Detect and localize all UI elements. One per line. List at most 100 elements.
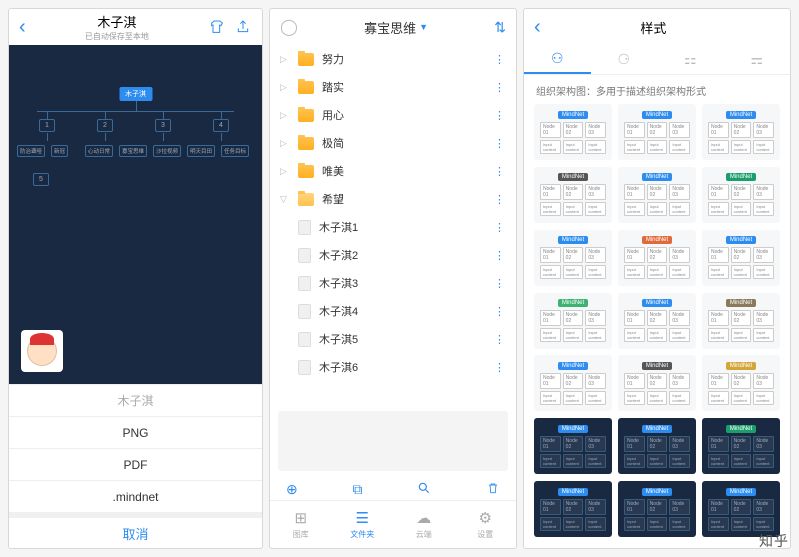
thumb-sub: Input content: [540, 328, 561, 342]
more-icon[interactable]: ⋮: [494, 221, 506, 234]
style-thumb[interactable]: MindNet Node 01Node 02Node 03 Input cont…: [702, 418, 780, 474]
new-doc-icon[interactable]: ⧉: [352, 481, 362, 498]
thumb-sub: Input content: [647, 517, 668, 531]
back-icon[interactable]: ‹: [534, 16, 541, 39]
thumb-node: Node 02: [731, 310, 752, 326]
tab-logic[interactable]: ⚎: [724, 45, 791, 74]
style-thumb[interactable]: MindNet Node 01Node 02Node 03 Input cont…: [702, 355, 780, 411]
folder-row[interactable]: ▷ 极简 ⋮: [270, 129, 516, 157]
file-row[interactable]: 木子淇4 ⋮: [270, 297, 516, 325]
thumb-root: MindNet: [726, 488, 756, 496]
thumb-node: Node 01: [624, 499, 645, 515]
folder-row[interactable]: ▷ 唯美 ⋮: [270, 157, 516, 185]
style-thumb[interactable]: MindNet Node 01Node 02Node 03 Input cont…: [702, 104, 780, 160]
file-label: 木子淇5: [319, 331, 486, 347]
thumb-node: Node 01: [708, 184, 729, 200]
export-png[interactable]: PNG: [9, 416, 262, 448]
more-icon[interactable]: ⋮: [494, 333, 506, 346]
sort-icon[interactable]: ⇅: [494, 19, 506, 36]
thumb-node: Node 01: [540, 499, 561, 515]
more-icon[interactable]: ⋮: [494, 53, 506, 66]
help-icon[interactable]: ◯: [280, 17, 298, 37]
tab-3[interactable]: ⚙ 设置: [455, 501, 517, 548]
folder-row[interactable]: ▷ 踏实 ⋮: [270, 73, 516, 101]
more-icon[interactable]: ⋮: [494, 81, 506, 94]
thumb-node: Node 02: [647, 184, 668, 200]
back-icon[interactable]: ‹: [19, 16, 26, 39]
tab-icon: ☰: [356, 509, 369, 527]
more-icon[interactable]: ⋮: [494, 249, 506, 262]
style-thumb[interactable]: MindNet Node 01Node 02Node 03 Input cont…: [534, 293, 612, 349]
file-row[interactable]: 木子淇5 ⋮: [270, 325, 516, 353]
thumb-sub: Input content: [585, 140, 606, 154]
file-label: 木子淇3: [319, 275, 486, 291]
pane2-title[interactable]: 寡宝思维▼: [298, 18, 494, 37]
style-thumb[interactable]: MindNet Node 01Node 02Node 03 Input cont…: [618, 230, 696, 286]
more-icon[interactable]: ⋮: [494, 361, 506, 374]
folder-row[interactable]: ▽ 希望 ⋮: [270, 185, 516, 213]
tab-orgchart[interactable]: ⚇: [524, 45, 591, 74]
folder-row[interactable]: ▷ 努力 ⋮: [270, 45, 516, 73]
more-icon[interactable]: ⋮: [494, 277, 506, 290]
style-thumb[interactable]: MindNet Node 01Node 02Node 03 Input cont…: [702, 230, 780, 286]
thumb-node: Node 02: [563, 499, 584, 515]
more-icon[interactable]: ⋮: [494, 305, 506, 318]
file-row[interactable]: 木子淇3 ⋮: [270, 269, 516, 297]
share-icon[interactable]: [234, 18, 252, 36]
more-icon[interactable]: ⋮: [494, 109, 506, 122]
trash-icon[interactable]: [486, 481, 500, 498]
thumb-root: MindNet: [642, 111, 672, 119]
style-thumb[interactable]: MindNet Node 01Node 02Node 03 Input cont…: [618, 355, 696, 411]
tab-1[interactable]: ☰ 文件夹: [332, 501, 394, 548]
file-row[interactable]: 木子淇2 ⋮: [270, 241, 516, 269]
more-icon[interactable]: ⋮: [494, 165, 506, 178]
level3-node: 新冠: [51, 145, 68, 157]
export-pdf[interactable]: PDF: [9, 448, 262, 480]
style-thumb[interactable]: MindNet Node 01Node 02Node 03 Input cont…: [618, 104, 696, 160]
file-row[interactable]: 木子淇6 ⋮: [270, 353, 516, 381]
style-thumb[interactable]: MindNet Node 01Node 02Node 03 Input cont…: [702, 481, 780, 537]
tab-fishbone[interactable]: ⚏: [657, 45, 724, 74]
style-thumb[interactable]: MindNet Node 01Node 02Node 03 Input cont…: [534, 355, 612, 411]
folder-row[interactable]: ▷ 用心 ⋮: [270, 101, 516, 129]
style-thumb[interactable]: MindNet Node 01Node 02Node 03 Input cont…: [618, 418, 696, 474]
thumb-node: Node 02: [731, 436, 752, 452]
tab-0[interactable]: ⊞ 图库: [270, 501, 332, 548]
thumb-sub: Input content: [731, 202, 752, 216]
style-thumb[interactable]: MindNet Node 01Node 02Node 03 Input cont…: [534, 481, 612, 537]
style-thumb[interactable]: MindNet Node 01Node 02Node 03 Input cont…: [702, 293, 780, 349]
thumb-node: Node 02: [731, 499, 752, 515]
thumb-node: Node 01: [624, 247, 645, 263]
more-icon[interactable]: ⋮: [494, 193, 506, 206]
style-thumb[interactable]: MindNet Node 01Node 02Node 03 Input cont…: [534, 167, 612, 223]
thumb-sub: Input content: [624, 140, 645, 154]
thumb-sub: Input content: [540, 517, 561, 531]
thumb-root: MindNet: [558, 299, 588, 307]
thumb-node: Node 01: [708, 247, 729, 263]
search-icon[interactable]: [417, 481, 431, 498]
shirt-icon[interactable]: [208, 18, 226, 36]
style-thumb[interactable]: MindNet Node 01Node 02Node 03 Input cont…: [534, 418, 612, 474]
thumb-node: Node 02: [647, 373, 668, 389]
folder-label: 唯美: [322, 163, 486, 179]
tab-tree[interactable]: ⚆: [591, 45, 658, 74]
tab-icon: ☁: [416, 509, 431, 527]
style-grid: MindNet Node 01Node 02Node 03 Input cont…: [524, 104, 790, 548]
file-row[interactable]: 木子淇1 ⋮: [270, 213, 516, 241]
style-thumb[interactable]: MindNet Node 01Node 02Node 03 Input cont…: [618, 167, 696, 223]
thumb-sub: Input content: [647, 202, 668, 216]
add-icon[interactable]: ⊕: [286, 481, 298, 498]
style-thumb[interactable]: MindNet Node 01Node 02Node 03 Input cont…: [618, 293, 696, 349]
export-mindnet[interactable]: .mindnet: [9, 480, 262, 512]
files-pane: ◯ 寡宝思维▼ ⇅ ▷ 努力 ⋮ ▷ 踏实 ⋮ ▷ 用心 ⋮ ▷ 极简 ⋮ ▷: [269, 8, 517, 549]
style-thumb[interactable]: MindNet Node 01Node 02Node 03 Input cont…: [534, 104, 612, 160]
thumb-node: Node 01: [708, 310, 729, 326]
style-thumb[interactable]: MindNet Node 01Node 02Node 03 Input cont…: [618, 481, 696, 537]
cancel-button[interactable]: 取消: [9, 512, 262, 548]
thumb-sub: Input content: [753, 202, 774, 216]
style-thumb[interactable]: MindNet Node 01Node 02Node 03 Input cont…: [702, 167, 780, 223]
style-thumb[interactable]: MindNet Node 01Node 02Node 03 Input cont…: [534, 230, 612, 286]
tab-2[interactable]: ☁ 云端: [393, 501, 455, 548]
thumb-sub: Input content: [624, 517, 645, 531]
more-icon[interactable]: ⋮: [494, 137, 506, 150]
